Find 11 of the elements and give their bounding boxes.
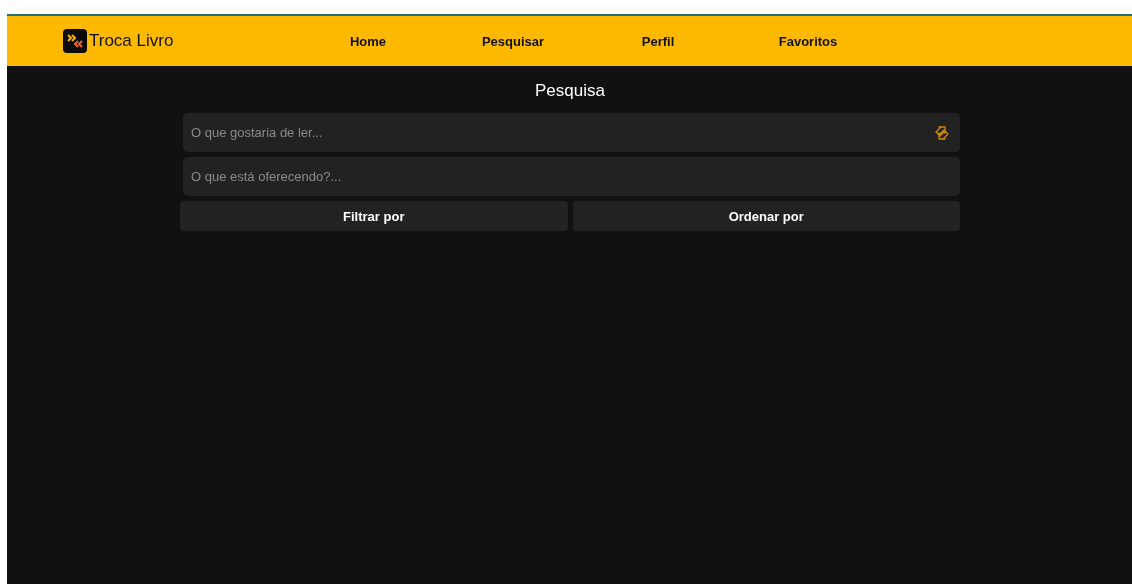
- nav-link[interactable]: Home: [293, 33, 443, 49]
- nav-link[interactable]: Pesquisar: [443, 33, 583, 49]
- option-button[interactable]: Ordenar por: [572, 201, 960, 231]
- page-title: Pesquisa: [534, 81, 606, 101]
- nav-link[interactable]: Favoritos: [733, 33, 883, 49]
- search-field[interactable]: O que gostaria de ler...: [183, 113, 960, 152]
- logo-icon: [63, 29, 87, 53]
- brand-name[interactable]: Troca Livro: [89, 31, 174, 51]
- search-field[interactable]: O que está oferecendo?...: [183, 157, 960, 196]
- option-button[interactable]: Filtrar por: [180, 201, 568, 231]
- nav-link[interactable]: Perfil: [583, 33, 733, 49]
